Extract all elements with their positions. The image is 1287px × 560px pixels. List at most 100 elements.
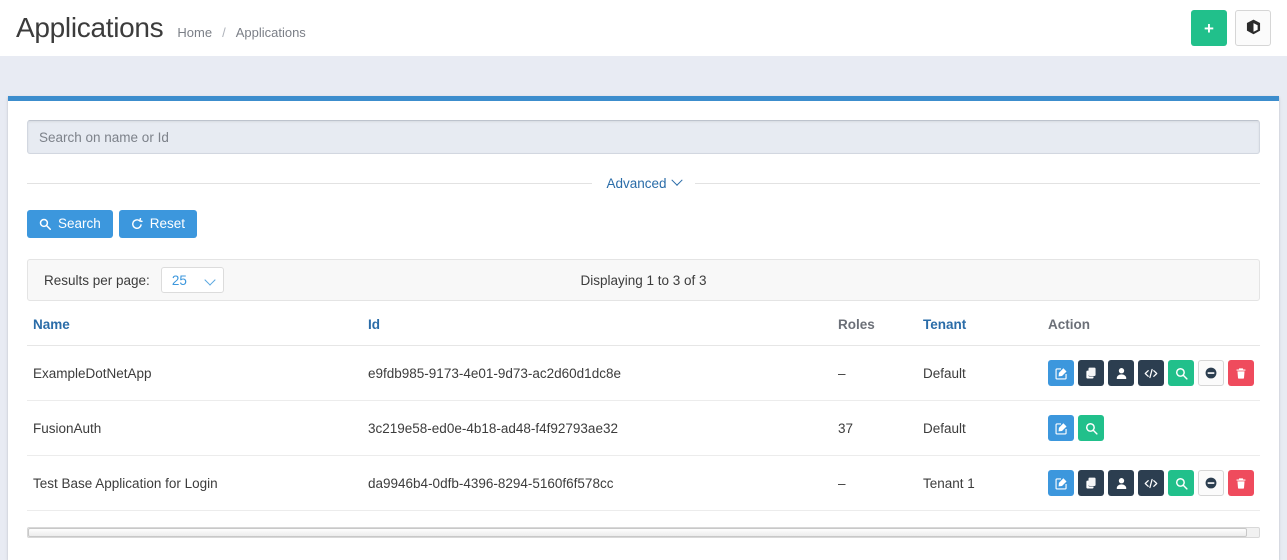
magnifier-icon: [39, 218, 51, 230]
page-header: Applications Home / Applications +: [0, 0, 1287, 56]
cell-roles: 37: [832, 400, 917, 456]
search-action-button[interactable]: [1078, 415, 1104, 441]
advanced-row: Advanced: [27, 173, 1261, 193]
edit-action-button[interactable]: [1048, 470, 1074, 496]
cube-icon: [1246, 19, 1261, 38]
plus-icon: +: [1204, 18, 1214, 38]
table-head: Name Id Roles Tenant Action: [27, 301, 1260, 346]
reset-button[interactable]: Reset: [118, 210, 198, 238]
trash-icon: [1235, 367, 1247, 380]
applications-card: Advanced Search: [8, 96, 1279, 560]
code-icon: [1144, 367, 1158, 380]
cell-tenant: Default: [917, 345, 1042, 401]
cell-actions: [1042, 455, 1260, 511]
duplicate-icon: [1085, 477, 1098, 490]
edit-action-button[interactable]: [1048, 360, 1074, 386]
table-body: ExampleDotNetApp e9fdb985-9173-4e01-9d73-…: [27, 345, 1260, 511]
search-input[interactable]: [27, 120, 1260, 154]
body-top-spacer: [0, 56, 1287, 96]
cell-tenant: Tenant 1: [917, 455, 1042, 511]
cell-name: ExampleDotNetApp: [27, 345, 362, 401]
column-header-action: Action: [1042, 301, 1260, 346]
edit-action-button[interactable]: [1048, 415, 1074, 441]
cell-id: e9fdb985-9173-4e01-9d73-ac2d60d1dc8e: [362, 345, 832, 401]
search-button[interactable]: Search: [27, 210, 113, 238]
disable-action-button[interactable]: [1198, 360, 1224, 386]
cell-roles: –: [832, 345, 917, 401]
sort-link-tenant[interactable]: Tenant: [923, 317, 966, 332]
duplicate-action-button[interactable]: [1078, 470, 1104, 496]
cell-tenant: Default: [917, 400, 1042, 456]
breadcrumb: Home / Applications: [177, 25, 305, 40]
cell-name: FusionAuth: [27, 400, 362, 456]
advanced-toggle[interactable]: Advanced: [592, 174, 694, 191]
search-button-label: Search: [58, 216, 101, 232]
results-per-page-label: Results per page:: [44, 272, 150, 288]
user-icon: [1115, 367, 1128, 380]
edit-icon: [1054, 422, 1068, 435]
column-header-id: Id: [362, 301, 832, 346]
cube-button[interactable]: [1235, 10, 1271, 46]
user-action-button[interactable]: [1108, 360, 1134, 386]
column-header-name: Name: [27, 301, 362, 346]
edit-icon: [1054, 477, 1068, 490]
code-action-button[interactable]: [1138, 470, 1164, 496]
table-scroll-container[interactable]: Name Id Roles Tenant Action ExampleDotNe…: [27, 301, 1260, 511]
search-action-button[interactable]: [1168, 470, 1194, 496]
page-body: Advanced Search: [0, 56, 1287, 560]
table-row: Test Base Application for Login da9946b4-…: [27, 455, 1260, 511]
user-action-button[interactable]: [1108, 470, 1134, 496]
disable-action-button[interactable]: [1198, 470, 1224, 496]
delete-action-button[interactable]: [1228, 360, 1254, 386]
add-application-button[interactable]: +: [1191, 10, 1227, 46]
duplicate-icon: [1085, 367, 1098, 380]
breadcrumb-current: Applications: [235, 25, 306, 40]
advanced-divider-left: [27, 182, 593, 184]
cell-id: 3c219e58-ed0e-4b18-ad48-f4f92793ae32: [362, 400, 832, 456]
reset-button-label: Reset: [149, 216, 186, 232]
duplicate-action-button[interactable]: [1078, 360, 1104, 386]
code-action-button[interactable]: [1138, 360, 1164, 386]
cell-actions: [1042, 400, 1260, 456]
action-buttons: [1048, 415, 1260, 441]
table-row: FusionAuth 3c219e58-ed0e-4b18-ad48-f4f927…: [27, 400, 1260, 456]
sort-link-id[interactable]: Id: [368, 317, 380, 332]
user-icon: [1115, 477, 1128, 490]
horizontal-scrollbar-thumb[interactable]: [28, 528, 1247, 537]
search-icon: [1085, 422, 1098, 435]
horizontal-scrollbar[interactable]: [27, 527, 1260, 538]
results-per-page-select[interactable]: 102550100: [160, 267, 224, 293]
applications-table: Name Id Roles Tenant Action ExampleDotNe…: [27, 301, 1260, 511]
action-buttons: [1048, 470, 1260, 496]
advanced-divider-right: [694, 182, 1261, 184]
table-header-row: Name Id Roles Tenant Action: [27, 301, 1260, 346]
breadcrumb-separator: /: [222, 25, 226, 40]
table-row: ExampleDotNetApp e9fdb985-9173-4e01-9d73-…: [27, 345, 1260, 401]
chevron-down-icon: [670, 174, 683, 186]
advanced-label: Advanced: [606, 175, 667, 191]
search-action-button[interactable]: [1168, 360, 1194, 386]
edit-icon: [1054, 367, 1068, 380]
page-title: Applications: [16, 12, 164, 43]
column-header-tenant: Tenant: [917, 301, 1042, 346]
cell-name: Test Base Application for Login: [27, 455, 362, 511]
action-buttons: [1048, 360, 1260, 386]
trash-icon: [1235, 477, 1247, 490]
card-bottom-padding: [27, 538, 1260, 560]
search-icon: [1175, 477, 1188, 490]
breadcrumb-home[interactable]: Home: [177, 25, 212, 40]
results-bar: Results per page: 102550100 Displaying 1…: [27, 259, 1260, 301]
header-actions: +: [1191, 10, 1271, 46]
results-per-page-wrap: 102550100: [160, 267, 224, 293]
disable-icon: [1204, 476, 1218, 490]
search-button-row: Search Reset: [27, 210, 1260, 238]
delete-action-button[interactable]: [1228, 470, 1254, 496]
disable-icon: [1204, 366, 1218, 380]
header-left: Applications Home / Applications: [8, 14, 1191, 42]
sort-link-name[interactable]: Name: [33, 317, 70, 332]
undo-icon: [131, 218, 143, 230]
search-icon: [1175, 367, 1188, 380]
column-header-roles: Roles: [832, 301, 917, 346]
cell-actions: [1042, 345, 1260, 401]
code-icon: [1144, 477, 1158, 490]
